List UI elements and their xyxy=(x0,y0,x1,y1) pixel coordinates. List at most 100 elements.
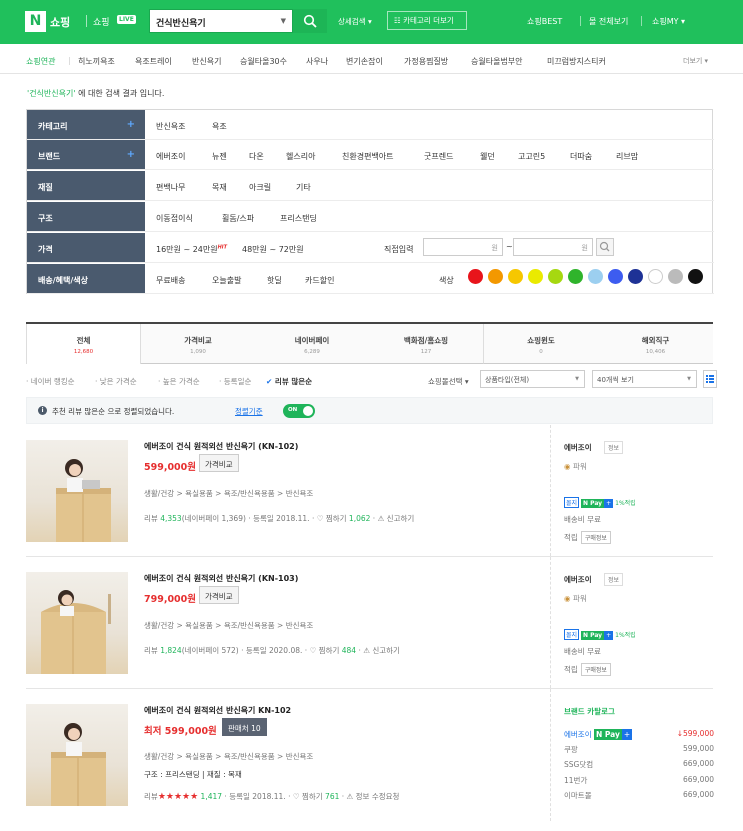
product-title[interactable]: 에버조이 건식 원적외선 반신욕기 KN-102 xyxy=(144,705,291,716)
filter-option[interactable]: 웰던 xyxy=(480,151,495,162)
sort-date[interactable]: · 등록일순 xyxy=(219,376,251,387)
color-swatch-blue[interactable] xyxy=(608,269,623,284)
color-swatch-navy[interactable] xyxy=(628,269,643,284)
price-compare-button[interactable]: 가격비교 xyxy=(199,454,239,472)
zzim-button[interactable]: · ♡ 찜하기 761 xyxy=(288,792,339,801)
shopping-best-link[interactable]: 쇼핑BEST xyxy=(527,16,562,27)
tab-department-store[interactable]: 백화점/홈쇼핑 127 xyxy=(369,324,484,364)
product-category[interactable]: 생활/건강 > 욕실용품 > 욕조/반신욕용품 > 반신욕조 xyxy=(144,488,313,499)
keyword-item[interactable]: 히노끼욕조 xyxy=(78,56,115,67)
seller-row[interactable]: 11번가 669,000 xyxy=(564,775,714,786)
page-size-select[interactable]: 40개씩 보기 ▼ xyxy=(592,370,697,388)
filter-option[interactable]: 굿프렌드 xyxy=(424,151,453,162)
keyword-item[interactable]: 욕조트레이 xyxy=(135,56,172,67)
price-compare-button[interactable]: 가격비교 xyxy=(199,586,239,604)
mall-select[interactable]: 쇼핑몰선택 ▾ xyxy=(428,376,469,387)
search-dropdown-icon[interactable]: ▼ xyxy=(281,17,286,25)
zzim-button[interactable]: · ♡ 찜하기 484 xyxy=(305,646,356,655)
color-swatch-white[interactable] xyxy=(648,269,663,284)
product-type-select[interactable]: 상품타입(전체) ▼ xyxy=(480,370,585,388)
purchase-info-button[interactable]: 구매정보 xyxy=(580,663,611,676)
mall-all-link[interactable]: 몰 전체보기 xyxy=(589,16,628,27)
keyword-item[interactable]: 미끄럼방지스티커 xyxy=(547,56,606,67)
color-swatch-yellow[interactable] xyxy=(528,269,543,284)
filter-option[interactable]: 16만원 ~ 24만원HIT xyxy=(156,244,227,255)
tab-all[interactable]: 전체 12,680 xyxy=(26,324,141,364)
expand-plus-icon[interactable]: + xyxy=(127,119,135,130)
color-swatch-gray[interactable] xyxy=(668,269,683,284)
product-thumbnail[interactable] xyxy=(26,440,128,542)
product-title[interactable]: 에버조이 건식 원적외선 반신욕기 (KN-102) xyxy=(144,441,298,452)
color-swatch-green[interactable] xyxy=(568,269,583,284)
color-swatch-skyblue[interactable] xyxy=(588,269,603,284)
shopping-my-link[interactable]: 쇼핑MY ▾ xyxy=(652,16,685,27)
filter-option[interactable]: 뉴젠 xyxy=(212,151,227,162)
search-button[interactable] xyxy=(293,9,327,33)
color-swatch-lime[interactable] xyxy=(548,269,563,284)
filter-option[interactable]: 아크릴 xyxy=(249,182,271,193)
filter-option[interactable]: 에버조이 xyxy=(156,151,185,162)
shopping-logo-text[interactable]: 쇼핑 xyxy=(50,14,70,30)
product-price[interactable]: 799,000원 xyxy=(144,591,196,605)
tab-price-compare[interactable]: 가격비교 1,090 xyxy=(141,324,256,364)
price-max-input[interactable]: 원 xyxy=(513,238,593,256)
sort-low-price[interactable]: · 낮은 가격순 xyxy=(95,376,137,387)
product-category[interactable]: 생활/건강 > 욕실용품 > 욕조/반신욕용품 > 반신욕조 xyxy=(144,751,313,762)
price-search-button[interactable] xyxy=(596,238,614,256)
tab-overseas[interactable]: 해외직구 10,406 xyxy=(598,324,713,364)
filter-option[interactable]: 핫딜 xyxy=(267,275,282,286)
keyword-item[interactable]: 가정용찜질방 xyxy=(404,56,448,67)
keyword-more-button[interactable]: 더보기 ▾ xyxy=(683,56,708,66)
keyword-item[interactable]: 승월타올법부안 xyxy=(471,56,523,67)
zzim-button[interactable]: · ♡ 찜하기 1,062 xyxy=(312,514,370,523)
product-thumbnail[interactable] xyxy=(26,572,128,674)
filter-option[interactable]: 다온 xyxy=(249,151,264,162)
product-category[interactable]: 생활/건강 > 욕실용품 > 욕조/반신욕용품 > 반신욕조 xyxy=(144,620,313,631)
keyword-item[interactable]: 승월타올30수 xyxy=(240,56,287,67)
naver-logo-icon[interactable]: N xyxy=(25,11,46,32)
detail-search-button[interactable]: 상세검색 ▾ xyxy=(338,16,372,27)
expand-plus-icon[interactable]: + xyxy=(127,149,135,160)
seller-count-button[interactable]: 판매처 10 xyxy=(222,718,267,736)
filter-option[interactable]: 카드할인 xyxy=(305,275,334,286)
color-swatch-red[interactable] xyxy=(468,269,483,284)
keyword-item[interactable]: 반신욕기 xyxy=(192,56,221,67)
filter-option[interactable]: 반신욕조 xyxy=(156,121,185,132)
keyword-item[interactable]: 사우나 xyxy=(306,56,328,67)
product-title[interactable]: 에버조이 건식 원적외선 반신욕기 (KN-103) xyxy=(144,573,298,584)
category-more-button[interactable]: ☷ 카테고리 더보기 xyxy=(387,11,467,30)
keyword-item[interactable]: 변기손잡이 xyxy=(346,56,383,67)
filter-option[interactable]: 고고린5 xyxy=(518,151,545,162)
seller-row[interactable]: 이마트몰 669,000 xyxy=(564,790,714,801)
filter-option[interactable]: 48만원 ~ 72만원 xyxy=(242,244,304,255)
shopping-live-link[interactable]: 쇼핑 xyxy=(93,15,110,28)
filter-option[interactable]: 이동접이식 xyxy=(156,213,193,224)
sort-criteria-link[interactable]: 정렬기준 xyxy=(235,406,263,417)
filter-option[interactable]: 무료배송 xyxy=(156,275,185,286)
list-view-button[interactable] xyxy=(703,370,717,388)
mall-info-button[interactable]: 정보 xyxy=(604,573,624,586)
filter-option[interactable]: 욕조 xyxy=(212,121,227,132)
filter-option[interactable]: 목재 xyxy=(212,182,227,193)
info-edit-button[interactable]: · ⚠ 정보 수정요청 xyxy=(342,792,400,801)
filter-option[interactable]: 기타 xyxy=(296,182,311,193)
color-swatch-gold[interactable] xyxy=(508,269,523,284)
seller-row[interactable]: 에버조이 N Pay + ↓599,000 xyxy=(564,729,714,740)
report-button[interactable]: · ⚠ 신고하기 xyxy=(358,646,399,655)
mall-name[interactable]: 에버조이 xyxy=(564,442,592,453)
filter-option[interactable]: 더따숨 xyxy=(570,151,592,162)
filter-option[interactable]: 리브맘 xyxy=(616,151,638,162)
recommend-toggle[interactable]: ON xyxy=(283,404,315,418)
color-swatch-black[interactable] xyxy=(688,269,703,284)
seller-row[interactable]: 쿠팡 599,000 xyxy=(564,744,714,755)
product-thumbnail[interactable] xyxy=(26,704,128,806)
filter-option[interactable]: 친환경편백아트 xyxy=(342,151,394,162)
price-min-input[interactable]: 원 xyxy=(423,238,503,256)
filter-option[interactable]: 오늘출발 xyxy=(212,275,241,286)
product-price[interactable]: 최저 599,000원 xyxy=(144,723,217,737)
purchase-info-button[interactable]: 구매정보 xyxy=(580,531,611,544)
brand-catalog-label[interactable]: 브랜드 카탈로그 xyxy=(564,706,615,717)
search-input[interactable] xyxy=(156,15,266,29)
sort-review[interactable]: ✔ 리뷰 많은순 xyxy=(266,376,312,387)
sort-ranking[interactable]: · 네이버 랭킹순 xyxy=(26,376,75,387)
